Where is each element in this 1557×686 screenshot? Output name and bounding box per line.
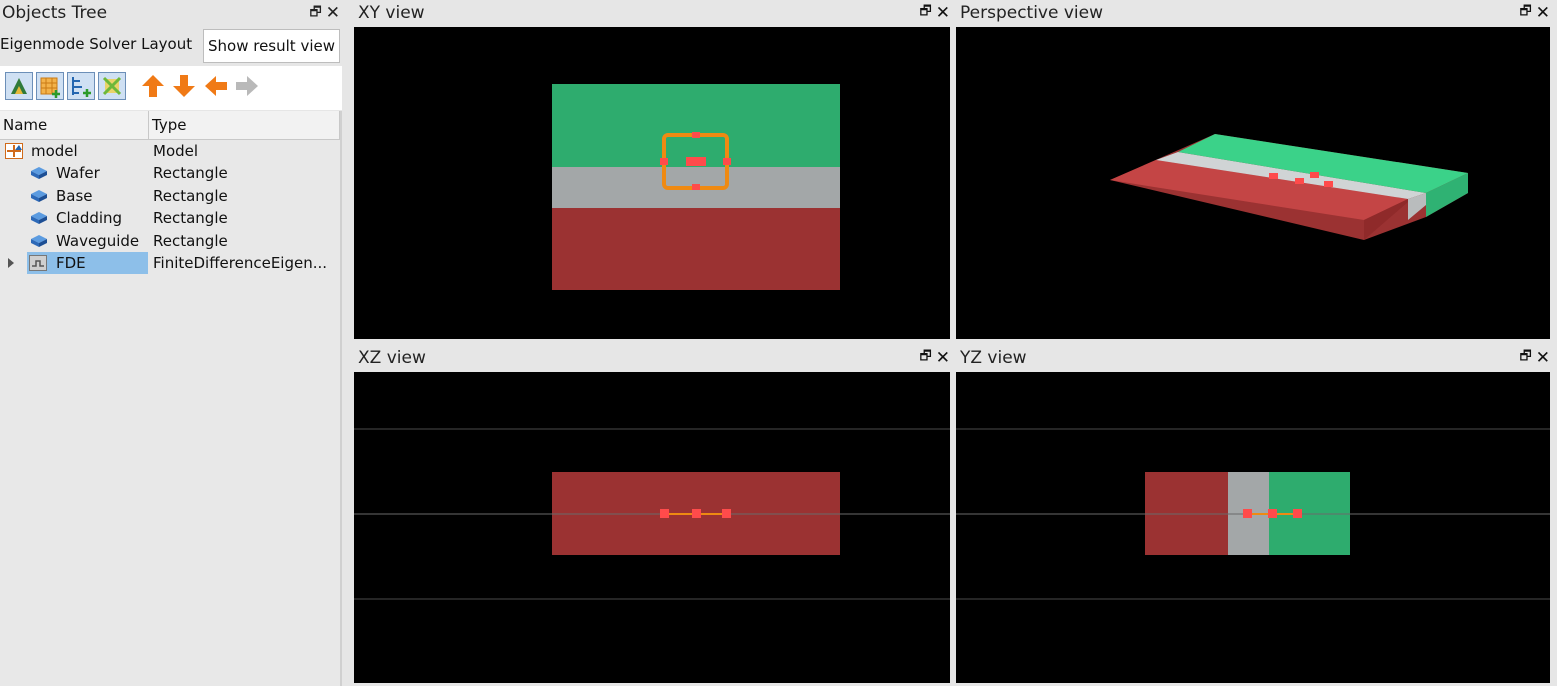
rectangle-icon [31, 167, 47, 179]
float-window-icon[interactable]: 🗗 [310, 0, 322, 26]
column-header-type[interactable]: Type [149, 111, 340, 139]
yz-view-canvas[interactable] [956, 372, 1550, 683]
close-window-icon[interactable]: ✕ [1536, 348, 1550, 368]
wafer-region [552, 208, 840, 290]
close-window-icon[interactable]: ✕ [1536, 3, 1550, 23]
tree-row-type: Rectangle [153, 232, 228, 250]
perspective-view-title: Perspective view [960, 3, 1104, 23]
objects-tree: Name Type model Model Wafer Rectangle Ba… [0, 111, 342, 686]
handle-marker[interactable] [1269, 173, 1278, 179]
tree-row-type: Rectangle [153, 209, 228, 227]
handle-marker[interactable] [1310, 172, 1319, 178]
close-window-icon[interactable]: ✕ [936, 348, 950, 368]
yz-view-panel: YZ view 🗗 ✕ [956, 345, 1550, 686]
show-result-view-button[interactable]: Show result view [203, 29, 340, 63]
objects-tree-title-text: Objects Tree [2, 3, 108, 23]
xy-view-canvas[interactable] [354, 27, 950, 339]
add-port-icon[interactable] [67, 72, 95, 100]
xy-view-panel: XY view 🗗 ✕ [354, 0, 950, 340]
handle-marker[interactable] [1295, 178, 1304, 184]
float-window-icon[interactable]: 🗗 [920, 2, 932, 24]
tree-toolbar [0, 66, 342, 110]
resize-handle[interactable] [1293, 509, 1302, 518]
tree-row-waveguide[interactable]: Waveguide Rectangle [0, 230, 340, 252]
resize-handle[interactable] [660, 509, 669, 518]
close-window-icon[interactable]: ✕ [326, 0, 340, 26]
rectangle-icon [31, 190, 47, 202]
center-handle[interactable] [686, 157, 706, 166]
tree-row-name: Cladding [56, 209, 123, 227]
add-mesh-icon[interactable] [36, 72, 64, 100]
arrow-down-icon[interactable] [171, 73, 197, 99]
center-handle[interactable] [692, 509, 701, 518]
fde-solver-icon [29, 255, 47, 271]
resize-handle[interactable] [692, 184, 700, 190]
arrow-up-icon[interactable] [140, 73, 166, 99]
close-window-icon[interactable]: ✕ [936, 3, 950, 23]
xz-view-canvas[interactable] [354, 372, 950, 683]
tree-row-type: Model [153, 142, 199, 160]
resize-handle[interactable] [692, 132, 700, 138]
arrow-right-icon[interactable] [234, 73, 260, 99]
arrow-left-icon[interactable] [203, 73, 229, 99]
objects-tree-title: Objects Tree 🗗 ✕ [2, 0, 342, 26]
tree-row-cladding[interactable]: Cladding Rectangle [0, 207, 340, 229]
xz-view-title: XZ view [358, 348, 426, 368]
resize-handle[interactable] [722, 509, 731, 518]
model-icon [5, 143, 23, 159]
resize-handle[interactable] [660, 158, 668, 165]
tree-row-wafer[interactable]: Wafer Rectangle [0, 162, 340, 184]
column-header-name[interactable]: Name [0, 111, 149, 139]
float-window-icon[interactable]: 🗗 [920, 347, 932, 369]
resize-handle[interactable] [1243, 509, 1252, 518]
objects-tree-panel: Objects Tree 🗗 ✕ Eigenmode Solver Layout… [0, 0, 342, 686]
handle-marker[interactable] [1324, 181, 1333, 187]
tree-header: Name Type [0, 111, 340, 140]
perspective-view-panel: Perspective view 🗗 ✕ [956, 0, 1550, 340]
cladding-region [552, 84, 840, 167]
xz-view-panel: XZ view 🗗 ✕ [354, 345, 950, 686]
tree-row-base[interactable]: Base Rectangle [0, 185, 340, 207]
xy-view-title: XY view [358, 3, 425, 23]
expand-arrow-icon[interactable] [7, 258, 15, 268]
tree-row-name: Base [56, 187, 93, 205]
tree-row-model[interactable]: model Model [0, 140, 340, 162]
delete-object-icon[interactable] [98, 72, 126, 100]
yz-view-title: YZ view [960, 348, 1027, 368]
perspective-view-canvas[interactable] [956, 27, 1550, 339]
float-window-icon[interactable]: 🗗 [1520, 2, 1532, 24]
select-object-icon[interactable] [5, 72, 33, 100]
tree-row-type: FiniteDifferenceEigen... [153, 254, 328, 272]
tree-row-fde[interactable]: FDE FiniteDifferenceEigen... [0, 252, 340, 274]
tree-row-type: Rectangle [153, 187, 228, 205]
tree-row-name: Waveguide [56, 232, 140, 250]
tree-row-name: Wafer [56, 164, 100, 182]
rectangle-icon [31, 235, 47, 247]
center-handle[interactable] [1268, 509, 1277, 518]
float-window-icon[interactable]: 🗗 [1520, 347, 1532, 369]
resize-handle[interactable] [723, 158, 731, 165]
tree-row-name: model [31, 142, 78, 160]
tree-row-type: Rectangle [153, 164, 228, 182]
rectangle-icon [31, 212, 47, 224]
tree-row-name: FDE [56, 254, 86, 272]
layout-label: Eigenmode Solver Layout [0, 35, 193, 53]
